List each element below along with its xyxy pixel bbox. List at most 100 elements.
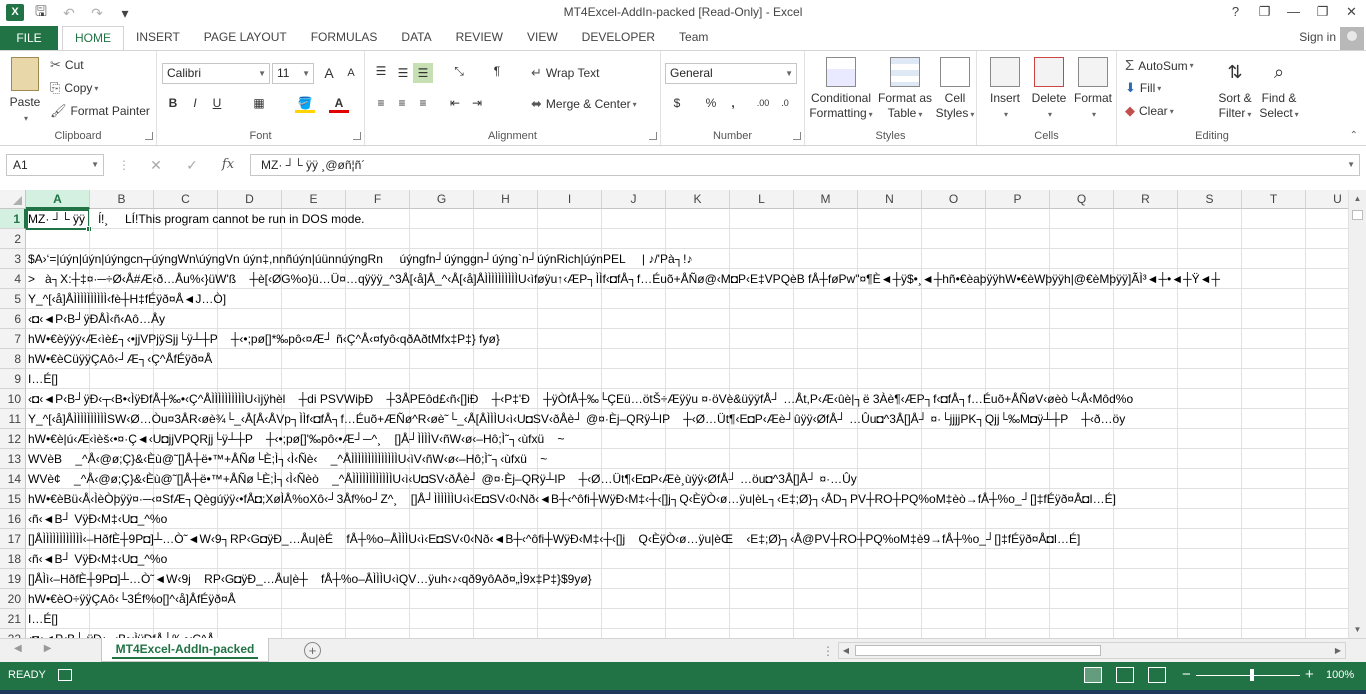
name-box[interactable]: A1 ▼: [6, 154, 104, 176]
scroll-down-icon[interactable]: ▼: [1349, 621, 1366, 638]
horizontal-scrollbar[interactable]: ◀ ▶: [838, 642, 1346, 659]
cell-a14-content[interactable]: WVè¢ _^Å‹@ø;Ç}&‹Èù@˜[]Å┼ë•™+ÅÑø└È;Ì┐‹Ì‹Ñ…: [28, 469, 857, 489]
indent-direction-icon[interactable]: ¶: [487, 61, 507, 81]
column-header-u[interactable]: U: [1306, 190, 1348, 209]
tab-split-handle-icon[interactable]: ⋮: [822, 644, 834, 658]
find-select-button[interactable]: ⌕ Find & Select ▾: [1257, 57, 1301, 122]
tab-team[interactable]: Team: [667, 26, 720, 50]
cell-a16-content[interactable]: ‹ñ‹◄B┘ VÿÐ‹M‡‹U◘_^%o: [28, 509, 167, 529]
cell-a13-content[interactable]: WVèB _^Å‹@ø;Ç}&‹Èù@˜[]Å┼ë•™+ÅÑø└È;Ì┐‹Ì‹Ñ…: [28, 449, 547, 469]
bold-button[interactable]: B: [163, 93, 183, 113]
page-break-view-icon[interactable]: [1148, 667, 1166, 683]
tab-formulas[interactable]: FORMULAS: [299, 26, 390, 50]
format-as-table-button[interactable]: Format as Table ▾: [875, 57, 935, 122]
row-header-17[interactable]: 17: [0, 529, 26, 549]
tab-file[interactable]: FILE: [0, 26, 58, 50]
zoom-slider-thumb[interactable]: [1250, 669, 1254, 681]
cell-a5-content[interactable]: Y_^[‹å]ÅÌÌÌÌÌÌÌÌÌÌ‹fè┼H‡fÉÿð¤Å◄J…Ò]: [28, 289, 226, 309]
minimize-button[interactable]: —: [1279, 0, 1308, 24]
decrease-indent-icon[interactable]: ⇤: [445, 93, 465, 113]
align-left-icon[interactable]: ≡: [371, 93, 391, 113]
fill-button[interactable]: ⬇ Fill ▾: [1125, 80, 1161, 96]
row-header-21[interactable]: 21: [0, 609, 26, 629]
font-name-select[interactable]: Calibri ▼: [162, 63, 270, 84]
macro-recording-icon[interactable]: [58, 669, 72, 681]
cell-a21-content[interactable]: I…É[]: [28, 609, 58, 629]
close-button[interactable]: ✕: [1337, 0, 1366, 24]
shrink-font-button[interactable]: A: [341, 63, 361, 83]
restore-button[interactable]: ❐: [1308, 0, 1337, 24]
clipboard-launcher-icon[interactable]: [145, 132, 153, 140]
font-launcher-icon[interactable]: [353, 132, 361, 140]
column-header-b[interactable]: B: [90, 190, 154, 209]
column-header-n[interactable]: N: [858, 190, 922, 209]
align-middle-icon[interactable]: ☰: [393, 63, 413, 83]
column-header-h[interactable]: H: [474, 190, 538, 209]
currency-button[interactable]: $: [667, 93, 687, 113]
column-header-f[interactable]: F: [346, 190, 410, 209]
column-header-a[interactable]: A: [26, 190, 90, 209]
column-header-l[interactable]: L: [730, 190, 794, 209]
row-header-15[interactable]: 15: [0, 489, 26, 509]
worksheet-grid[interactable]: ABCDEFGHIJKLMNOPQRSTU 1 2 3 4 5 6 7 8 9 10 11 12 13 1…: [0, 190, 1348, 638]
column-header-p[interactable]: P: [986, 190, 1050, 209]
font-color-icon[interactable]: A: [329, 93, 349, 113]
cancel-icon[interactable]: ✕: [138, 154, 174, 176]
cell-a8-content[interactable]: hW•€èCüÿÿÇAô‹┘Æ┐‹Ç^ÅfÉÿð¤Å: [28, 349, 212, 369]
row-header-5[interactable]: 5: [0, 289, 26, 309]
format-cells-button[interactable]: Format ▾: [1071, 57, 1115, 122]
row-header-12[interactable]: 12: [0, 429, 26, 449]
row-header-8[interactable]: 8: [0, 349, 26, 369]
wrap-text-button[interactable]: ↵ Wrap Text: [531, 65, 599, 81]
number-launcher-icon[interactable]: [793, 132, 801, 140]
column-header-k[interactable]: K: [666, 190, 730, 209]
zoom-out-icon[interactable]: −: [1182, 666, 1191, 683]
cell-area[interactable]: MZ· ┘└ ÿÿ ĺ!¸ LÍ!This program cannot be …: [26, 209, 1348, 638]
row-header-10[interactable]: 10: [0, 389, 26, 409]
zoom-slider[interactable]: [1196, 675, 1300, 676]
increase-indent-icon[interactable]: ⇥: [467, 93, 487, 113]
align-right-icon[interactable]: ≡: [413, 93, 433, 113]
vertical-scrollbar[interactable]: ▲ ▼: [1348, 190, 1366, 638]
tab-insert[interactable]: INSERT: [124, 26, 192, 50]
page-layout-view-icon[interactable]: [1116, 667, 1134, 683]
cell-a19-content[interactable]: []ÅÌì‹–HðfÈ┼9P◘]┴…Ò˜◄W‹9j RP‹G◘ÿÐ_…Åu|è┼…: [28, 569, 592, 589]
row-header-9[interactable]: 9: [0, 369, 26, 389]
row-header-3[interactable]: 3: [0, 249, 26, 269]
cell-a7-content[interactable]: hW•€èÿÿý‹Æ‹ìè£┐‹•jjVPjÿSjj└ÿ┴┼P ┼‹•;pø[]…: [28, 329, 500, 349]
column-header-j[interactable]: J: [602, 190, 666, 209]
row-header-11[interactable]: 11: [0, 409, 26, 429]
align-bottom-icon[interactable]: ☰: [413, 63, 433, 83]
column-header-q[interactable]: Q: [1050, 190, 1114, 209]
cell-a9-content[interactable]: I…É[]: [28, 369, 58, 389]
column-header-i[interactable]: I: [538, 190, 602, 209]
row-header-22[interactable]: 22: [0, 629, 26, 638]
column-header-s[interactable]: S: [1178, 190, 1242, 209]
avatar[interactable]: [1340, 27, 1364, 51]
zoom-in-icon[interactable]: +: [1305, 666, 1314, 683]
cell-a18-content[interactable]: ‹ñ‹◄B┘ VÿÐ‹M‡‹U◘_^%o: [28, 549, 167, 569]
collapse-ribbon-icon[interactable]: ⌃: [1350, 130, 1358, 141]
cell-a3-content[interactable]: $A›‘=|úýn|úýn|úýngcn┬úýngWn\úýngVn úýn‡,…: [28, 249, 692, 269]
normal-view-icon[interactable]: [1084, 667, 1102, 683]
insert-function-icon[interactable]: fx: [210, 154, 246, 176]
row-header-6[interactable]: 6: [0, 309, 26, 329]
number-format-select[interactable]: General ▼: [665, 63, 797, 84]
scroll-up-icon[interactable]: ▲: [1349, 190, 1366, 207]
tab-home[interactable]: HOME: [62, 26, 124, 51]
align-top-icon[interactable]: ☰: [371, 61, 391, 81]
cell-a11-content[interactable]: Y_^[‹å]ÅÌÌÌÌÌÌÌÌÌÌSW‹Ø…Òu¤3ÅR‹øè¾└_‹Å[Å‹…: [28, 409, 1125, 429]
align-center-icon[interactable]: ≡: [392, 93, 412, 113]
font-size-select[interactable]: 11 ▼: [272, 63, 314, 84]
tab-review[interactable]: REVIEW: [444, 26, 515, 50]
row-header-16[interactable]: 16: [0, 509, 26, 529]
autosum-button[interactable]: Σ AutoSum ▾: [1125, 57, 1194, 74]
vertical-scroll-thumb[interactable]: [1352, 210, 1363, 220]
sheet-tab-active[interactable]: MT4Excel-AddIn-packed: [101, 638, 269, 662]
cell-a20-content[interactable]: hW•€èO÷ÿÿÇAô‹└3Éf%o[]^‹å]ÅfÉÿð¤Å: [28, 589, 236, 609]
delete-cells-button[interactable]: Delete ▾: [1027, 57, 1071, 122]
alignment-launcher-icon[interactable]: [649, 132, 657, 140]
copy-button[interactable]: ⎘ Copy ▾: [50, 80, 98, 96]
column-header-e[interactable]: E: [282, 190, 346, 209]
borders-icon[interactable]: ▦: [249, 93, 269, 113]
